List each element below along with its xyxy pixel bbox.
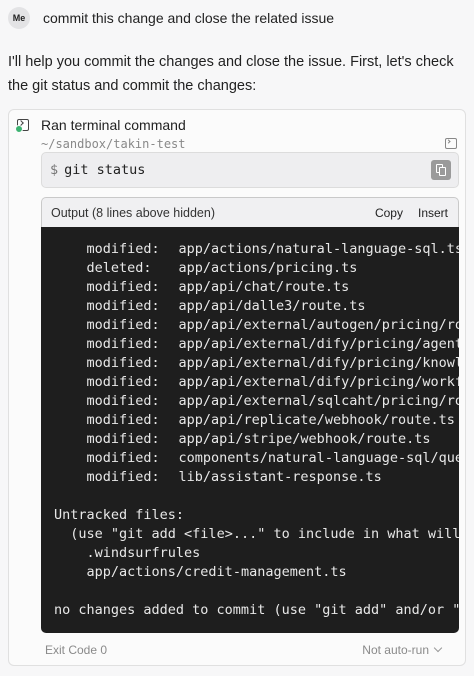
user-message-row: Me commit this change and close the rela… [8,7,334,29]
terminal-line-text: app/api/dalle3/route.ts [178,298,366,314]
user-avatar: Me [8,7,30,29]
status-dot-icon [15,125,23,133]
terminal-line-text: app/actions/pricing.ts [178,260,358,276]
terminal-line-indent [54,469,87,485]
terminal-line-text: app/actions/credit-management.ts [86,564,347,580]
copy-output-button[interactable]: Copy [375,206,403,220]
open-terminal-icon[interactable] [445,138,457,149]
git-status-key: modified: [86,431,160,447]
terminal-icon [15,119,29,133]
command-prompt: $ [50,162,59,178]
terminal-line: deleted: app/actions/pricing.ts [54,259,459,278]
terminal-line: modified: components/natural-language-sql… [54,449,459,468]
terminal-line-text: app/api/external/sqlcaht/pricing/route.t… [178,393,459,409]
working-directory: ~/sandbox/takin-test [41,137,186,151]
git-status-key: modified: [86,412,160,428]
terminal-line-indent [54,412,87,428]
terminal-line-text: app/api/external/autogen/pricing/route.t… [178,317,459,333]
auto-run-dropdown[interactable]: Not auto-run [362,643,443,657]
terminal-line-text: Untracked files: [54,507,185,523]
copy-icon-front [439,167,446,176]
tool-title: Ran terminal command [41,117,186,133]
terminal-line-indent [54,336,87,352]
command-box: $ git status [41,152,459,188]
terminal-line: modified: app/api/chat/route.ts [54,278,459,297]
terminal-line-indent [54,241,87,257]
insert-output-button[interactable]: Insert [418,206,448,220]
git-status-key: modified: [86,241,160,257]
exit-code: Exit Code 0 [45,643,108,657]
terminal-lines: modified: app/actions/natural-language-sq… [54,240,459,620]
terminal-tool-card: Ran terminal command ~/sandbox/takin-tes… [8,109,466,666]
terminal-line: modified: app/actions/natural-language-sq… [54,240,459,259]
git-status-key: modified: [86,393,160,409]
terminal-line-text: no changes added to commit (use "git add… [54,602,459,618]
terminal-line-indent [54,374,87,390]
terminal-line-indent [54,564,87,580]
terminal-line-text: .windsurfrules [86,545,201,561]
terminal-line-text: (use "git add <file>..." to include in w… [70,526,459,542]
git-status-key: modified: [86,374,160,390]
output-label[interactable]: Output (8 lines above hidden) [51,206,375,220]
terminal-line-text: app/api/external/dify/pricing/agent/rout… [178,336,459,352]
command-text: git status [64,162,146,178]
terminal-line-text: app/api/stripe/webhook/route.ts [178,431,431,447]
git-status-key: modified: [86,450,160,466]
tool-header: Ran terminal command [15,117,186,133]
terminal-line-text: app/api/external/dify/pricing/knowledge/… [178,355,459,371]
terminal-line: modified: app/api/external/dify/pricing/a… [54,335,459,354]
git-status-key: modified: [86,298,160,314]
terminal-line: (use "git add <file>..." to include in w… [54,525,459,544]
terminal-line: no changes added to commit (use "git add… [54,601,459,620]
git-status-key: modified: [86,336,160,352]
git-status-key: modified: [86,279,160,295]
terminal-line-indent [54,355,87,371]
terminal-line: app/actions/credit-management.ts [54,563,459,582]
terminal-line: modified: app/api/replicate/webhook/route… [54,411,459,430]
tool-footer: Exit Code 0 Not auto-run [45,643,463,657]
git-status-key: modified: [86,317,160,333]
terminal-line-indent [54,431,87,447]
terminal-line-indent [54,450,87,466]
terminal-line: Untracked files: [54,506,459,525]
terminal-line: modified: app/api/dalle3/route.ts [54,297,459,316]
terminal-line-indent [54,260,87,276]
auto-run-label: Not auto-run [362,643,429,657]
git-status-key: modified: [86,355,160,371]
git-status-key: deleted: [86,260,152,276]
terminal-output[interactable]: modified: app/actions/natural-language-sq… [41,227,459,633]
git-status-key: modified: [86,469,160,485]
terminal-line-indent [54,393,87,409]
terminal-line: modified: app/api/external/autogen/pricin… [54,316,459,335]
terminal-line-indent [54,545,87,561]
copy-command-button[interactable] [431,160,451,180]
output-header: Output (8 lines above hidden) Copy Inser… [41,197,459,227]
terminal-line-indent [54,298,87,314]
terminal-line-indent [54,526,70,542]
terminal-line-text: app/api/replicate/webhook/route.ts [178,412,455,428]
command-line: $ git status [50,162,145,178]
terminal-line-text: app/api/external/dify/pricing/workflow/r… [178,374,459,390]
terminal-line: .windsurfrules [54,544,459,563]
assistant-message-text: I'll help you commit the changes and clo… [8,54,454,94]
terminal-line-text: components/natural-language-sql/query.ts… [178,450,459,466]
chevron-down-icon [433,643,443,653]
terminal-line-text: app/api/chat/route.ts [178,279,350,295]
user-message-text: commit this change and close the related… [43,10,335,26]
terminal-line-text: lib/assistant-response.ts [178,469,382,485]
terminal-line: modified: app/api/external/dify/pricing/k… [54,354,459,373]
terminal-line: modified: app/api/external/dify/pricing/w… [54,373,459,392]
terminal-line: modified: app/api/external/sqlcaht/pricin… [54,392,459,411]
terminal-line-indent [54,279,87,295]
terminal-line: modified: app/api/stripe/webhook/route.ts [54,430,459,449]
terminal-line: modified: lib/assistant-response.ts [54,468,459,487]
terminal-line-indent [54,317,87,333]
terminal-line-text: app/actions/natural-language-sql.ts [178,241,459,257]
